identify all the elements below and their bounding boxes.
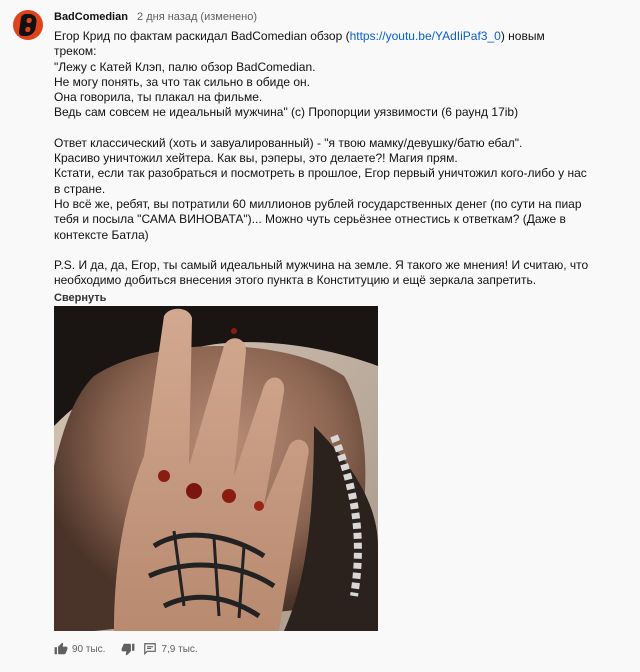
- comment-line: контексте Батла): [54, 227, 149, 242]
- thumb-up-icon[interactable]: [54, 642, 68, 656]
- comment-line: тебя и посыла "САМА ВИНОВАТА")... Можно …: [54, 212, 566, 227]
- comment-line: Красиво уничтожил хейтера. Как вы, рэпер…: [54, 151, 458, 166]
- comment-timestamp[interactable]: 2 дня назад (изменено): [137, 11, 257, 23]
- comment-line: Она говорила, ты плакал на фильме.: [54, 90, 263, 105]
- comment-line: в стране.: [54, 181, 106, 196]
- comment-line: Не могу понять, за что так сильно в обид…: [54, 74, 310, 89]
- comment-header: BadComedian 2 дня назад (изменено): [54, 10, 257, 24]
- like-count: 90 тыс.: [72, 643, 106, 655]
- comment-text: Егор Крид по фактам раскидал BadComedian…: [54, 29, 614, 288]
- collapse-button[interactable]: Свернуть: [54, 292, 106, 304]
- reply-count[interactable]: 7,9 тыс.: [161, 644, 197, 655]
- avatar[interactable]: [13, 10, 43, 40]
- badcomedian-logo-icon: [18, 14, 38, 36]
- comment-actions: 90 тыс. 7,9 тыс.: [54, 642, 198, 656]
- comment-line: треком:: [54, 44, 97, 59]
- comment-line: Ведь сам совсем не идеальный мужчина" (с…: [54, 105, 519, 120]
- comment-line: Но всё же, ребят, вы потратили 60 миллио…: [54, 196, 582, 211]
- comment-line: Ответ классический (хоть и завуалированн…: [54, 135, 523, 150]
- comment-line: Егор Крид по фактам раскидал BadComedian…: [54, 29, 545, 43]
- video-link[interactable]: https://youtu.be/YAdIiPaf3_0: [350, 29, 501, 43]
- comment-line: необходимо добиться внесения этого пункт…: [54, 273, 537, 288]
- author-name[interactable]: BadComedian: [54, 11, 128, 23]
- thumb-down-icon[interactable]: [121, 642, 135, 656]
- comment-line: Кстати, если так разобраться и посмотрет…: [54, 166, 587, 181]
- comment-image: [54, 306, 378, 631]
- comment-line: P.S. И да, да, Егор, ты самый идеальный …: [54, 257, 589, 272]
- comment-line: "Лежу с Катей Клэп, палю обзор BadComedi…: [54, 59, 316, 74]
- comment-icon[interactable]: [143, 642, 157, 656]
